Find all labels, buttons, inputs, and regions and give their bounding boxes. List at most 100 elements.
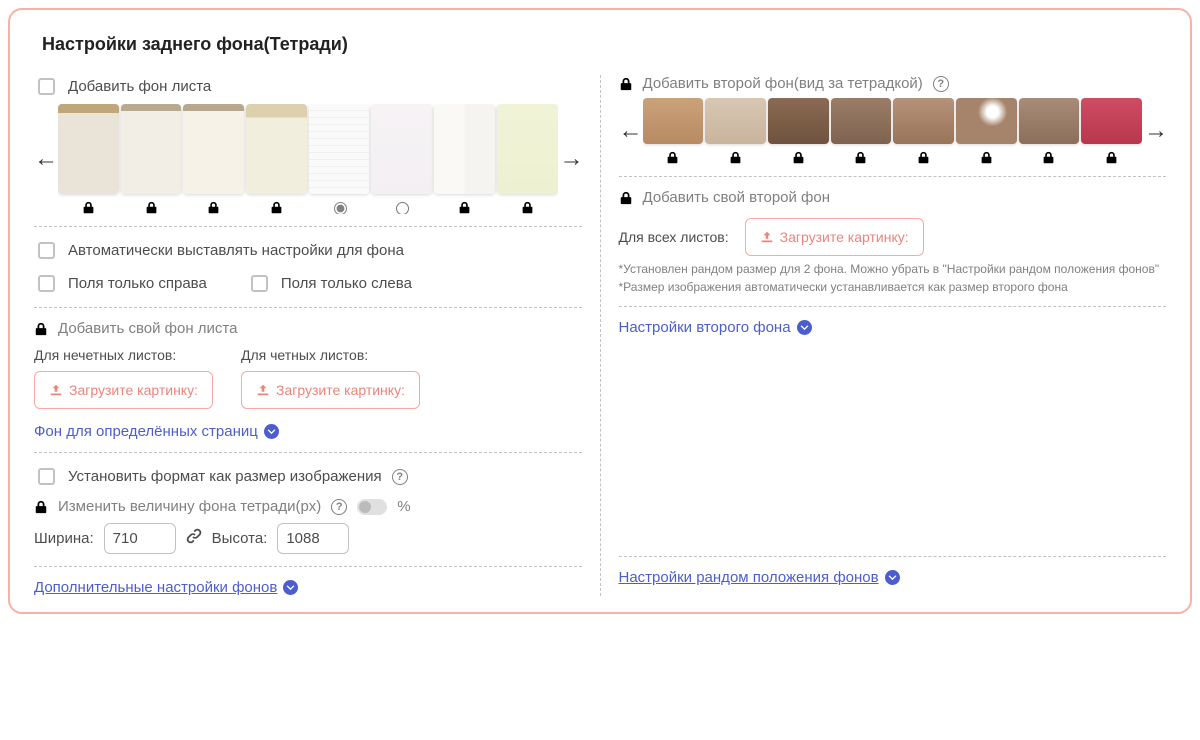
add-sheet-bg-input[interactable] bbox=[38, 78, 55, 95]
all-sheets-upload-button[interactable]: Загрузите картинку: bbox=[745, 218, 924, 256]
link-dimensions-icon[interactable] bbox=[186, 528, 202, 549]
add-own-second-bg-label: Добавить свой второй фон bbox=[643, 189, 831, 206]
set-format-checkbox[interactable]: Установить формат как размер изображения… bbox=[34, 465, 582, 488]
margins-right-label: Поля только справа bbox=[68, 275, 207, 292]
desk-slider-track bbox=[643, 98, 1143, 164]
lock-icon bbox=[82, 200, 95, 214]
add-sheet-bg-checkbox[interactable]: Добавить фон листа bbox=[34, 75, 582, 98]
lock-icon bbox=[207, 200, 220, 214]
margins-left-input[interactable] bbox=[251, 275, 268, 292]
height-input[interactable] bbox=[277, 523, 349, 554]
paper-slider-next[interactable]: → bbox=[560, 147, 582, 171]
all-sheets-upload-label: Загрузите картинку: bbox=[780, 229, 909, 245]
margins-right-checkbox[interactable]: Поля только справа bbox=[34, 272, 207, 295]
chevron-down-icon bbox=[283, 580, 298, 595]
chevron-down-icon bbox=[885, 570, 900, 585]
second-bg-settings-link[interactable]: Настройки второго фона bbox=[619, 319, 812, 336]
margins-left-checkbox[interactable]: Поля только слева bbox=[247, 272, 412, 295]
change-bg-size-label: Изменить величину фона тетради(px) bbox=[58, 498, 321, 515]
upload-icon bbox=[256, 383, 270, 397]
add-second-bg-label: Добавить второй фон(вид за тетрадкой) bbox=[643, 75, 923, 92]
paper-thumb-radio[interactable] bbox=[396, 202, 409, 214]
second-bg-settings-label: Настройки второго фона bbox=[619, 319, 791, 336]
paper-thumb[interactable] bbox=[309, 104, 370, 194]
add-sheet-bg-label: Добавить фон листа bbox=[68, 78, 211, 95]
margins-right-input[interactable] bbox=[38, 275, 55, 292]
lock-icon bbox=[145, 200, 158, 214]
set-format-input[interactable] bbox=[38, 468, 55, 485]
desk-thumb[interactable] bbox=[1081, 98, 1142, 144]
paper-thumb-col bbox=[183, 104, 244, 214]
paper-thumb[interactable] bbox=[434, 104, 495, 194]
chevron-down-icon bbox=[264, 424, 279, 439]
desk-thumb-col bbox=[705, 98, 766, 164]
add-own-second-bg-row: Добавить свой второй фон bbox=[619, 189, 1167, 206]
paper-thumb-radio[interactable] bbox=[334, 202, 347, 214]
even-upload-button[interactable]: Загрузите картинку: bbox=[241, 371, 420, 409]
lock-icon bbox=[666, 150, 679, 164]
desk-thumb[interactable] bbox=[831, 98, 892, 144]
help-icon[interactable]: ? bbox=[331, 499, 347, 515]
add-second-bg-row: Добавить второй фон(вид за тетрадкой) ? bbox=[619, 75, 1167, 92]
paper-thumb-col bbox=[497, 104, 558, 214]
chevron-down-icon bbox=[797, 320, 812, 335]
more-bg-settings-link[interactable]: Дополнительные настройки фонов bbox=[34, 579, 298, 596]
auto-settings-input[interactable] bbox=[38, 242, 55, 259]
desk-thumb[interactable] bbox=[768, 98, 829, 144]
lock-icon bbox=[619, 77, 633, 91]
lock-icon bbox=[270, 200, 283, 214]
paper-thumb[interactable] bbox=[497, 104, 558, 194]
random-pos-settings-label: Настройки рандом положения фонов bbox=[619, 569, 879, 586]
set-format-label: Установить формат как размер изображения bbox=[68, 468, 382, 485]
lock-icon bbox=[980, 150, 993, 164]
desk-thumb-col bbox=[643, 98, 704, 164]
paper-thumb[interactable] bbox=[58, 104, 119, 194]
paper-thumb-col bbox=[246, 104, 307, 214]
more-bg-settings-label: Дополнительные настройки фонов bbox=[34, 579, 277, 596]
desk-slider-next[interactable]: → bbox=[1144, 119, 1166, 143]
desk-thumb[interactable] bbox=[956, 98, 1017, 144]
desk-thumb-col bbox=[768, 98, 829, 164]
odd-upload-button[interactable]: Загрузите картинку: bbox=[34, 371, 213, 409]
paper-thumb-col bbox=[434, 104, 495, 214]
paper-slider-prev[interactable]: ← bbox=[34, 147, 56, 171]
left-column: Добавить фон листа ← → Автоматически выс… bbox=[34, 75, 601, 596]
desk-thumb[interactable] bbox=[705, 98, 766, 144]
desk-thumb-col bbox=[831, 98, 892, 164]
desk-thumb[interactable] bbox=[893, 98, 954, 144]
lock-icon bbox=[729, 150, 742, 164]
paper-thumb[interactable] bbox=[371, 104, 432, 194]
desk-thumb-col bbox=[1019, 98, 1080, 164]
desk-thumb[interactable] bbox=[1019, 98, 1080, 144]
upload-icon bbox=[49, 383, 63, 397]
desk-thumb-col bbox=[893, 98, 954, 164]
px-percent-switch[interactable] bbox=[357, 499, 387, 515]
paper-thumb[interactable] bbox=[121, 104, 182, 194]
divider bbox=[34, 307, 582, 308]
desk-thumb[interactable] bbox=[643, 98, 704, 144]
width-input[interactable] bbox=[104, 523, 176, 554]
paper-thumb-col bbox=[309, 104, 370, 214]
lock-icon bbox=[619, 191, 633, 205]
divider bbox=[34, 566, 582, 567]
desk-slider-prev[interactable]: ← bbox=[619, 119, 641, 143]
paper-thumb[interactable] bbox=[246, 104, 307, 194]
divider bbox=[34, 452, 582, 453]
help-icon[interactable]: ? bbox=[392, 469, 408, 485]
lock-icon bbox=[1105, 150, 1118, 164]
width-label: Ширина: bbox=[34, 530, 94, 547]
lock-icon bbox=[854, 150, 867, 164]
help-icon[interactable]: ? bbox=[933, 76, 949, 92]
columns: Добавить фон листа ← → Автоматически выс… bbox=[34, 75, 1166, 596]
paper-thumb[interactable] bbox=[183, 104, 244, 194]
desk-thumb-col bbox=[956, 98, 1017, 164]
paper-thumb-radio-wrap bbox=[329, 200, 350, 214]
auto-settings-checkbox[interactable]: Автоматически выставлять настройки для ф… bbox=[34, 239, 582, 262]
background-settings-panel: Настройки заднего фона(Тетради) Добавить… bbox=[8, 8, 1192, 614]
size-inputs-row: Ширина: Высота: bbox=[34, 523, 582, 554]
bg-for-pages-link[interactable]: Фон для определённых страниц bbox=[34, 423, 279, 440]
paper-thumb-col bbox=[121, 104, 182, 214]
divider bbox=[619, 556, 1167, 557]
random-pos-settings-link[interactable]: Настройки рандом положения фонов bbox=[619, 569, 900, 586]
odd-upload-label: Для нечетных листов: bbox=[34, 347, 213, 363]
